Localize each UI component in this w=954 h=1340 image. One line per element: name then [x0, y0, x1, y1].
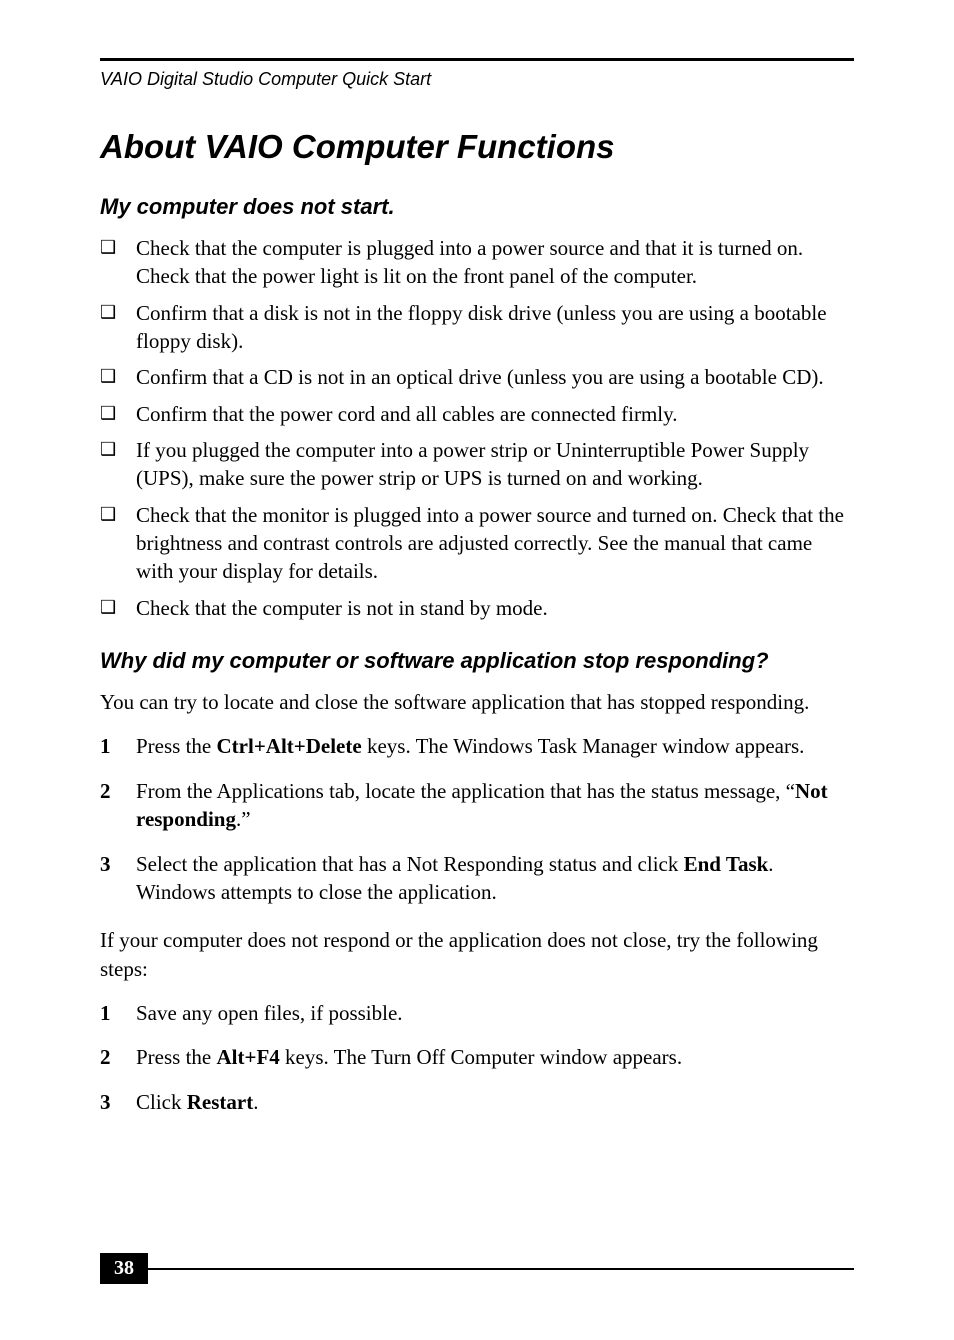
step-number: 2	[100, 1043, 136, 1071]
section2-bridge: If your computer does not respond or the…	[100, 926, 854, 983]
bullet-text: If you plugged the computer into a power…	[136, 436, 854, 493]
list-item: 3 Click Restart.	[100, 1088, 854, 1116]
bullet-icon: ❑	[100, 363, 136, 391]
step-number: 3	[100, 1088, 136, 1116]
bullet-icon: ❑	[100, 501, 136, 529]
bullet-text: Check that the computer is plugged into …	[136, 234, 854, 291]
footer-row: 38	[100, 1253, 854, 1284]
list-item: ❑ Check that the computer is not in stan…	[100, 594, 854, 622]
step-number: 2	[100, 777, 136, 805]
bullet-icon: ❑	[100, 400, 136, 428]
step-text: From the Applications tab, locate the ap…	[136, 777, 854, 834]
bullet-text: Confirm that a CD is not in an optical d…	[136, 363, 854, 391]
step-number: 1	[100, 999, 136, 1027]
bullet-icon: ❑	[100, 436, 136, 464]
step-text: Press the Alt+F4 keys. The Turn Off Comp…	[136, 1043, 854, 1071]
page-content: VAIO Digital Studio Computer Quick Start…	[0, 0, 954, 1116]
bullet-icon: ❑	[100, 234, 136, 262]
page-number: 38	[100, 1253, 148, 1284]
list-item: ❑ Check that the computer is plugged int…	[100, 234, 854, 291]
running-header: VAIO Digital Studio Computer Quick Start	[100, 69, 854, 90]
bullet-text: Check that the computer is not in stand …	[136, 594, 854, 622]
step-text: Select the application that has a Not Re…	[136, 850, 854, 907]
section1-bullet-list: ❑ Check that the computer is plugged int…	[100, 234, 854, 622]
page-title: About VAIO Computer Functions	[100, 128, 854, 166]
list-item: 2 Press the Alt+F4 keys. The Turn Off Co…	[100, 1043, 854, 1071]
footer-rule	[148, 1253, 854, 1284]
page-footer: 38	[100, 1253, 854, 1284]
list-item: 1 Press the Ctrl+Alt+Delete keys. The Wi…	[100, 732, 854, 760]
bullet-text: Confirm that a disk is not in the floppy…	[136, 299, 854, 356]
step-number: 3	[100, 850, 136, 878]
step-text: Save any open files, if possible.	[136, 999, 854, 1027]
list-item: 1 Save any open files, if possible.	[100, 999, 854, 1027]
list-item: 3 Select the application that has a Not …	[100, 850, 854, 907]
section1-heading: My computer does not start.	[100, 194, 854, 220]
list-item: ❑ If you plugged the computer into a pow…	[100, 436, 854, 493]
list-item: ❑ Confirm that the power cord and all ca…	[100, 400, 854, 428]
section2-steps-a: 1 Press the Ctrl+Alt+Delete keys. The Wi…	[100, 732, 854, 906]
section2-intro: You can try to locate and close the soft…	[100, 688, 854, 716]
section2-heading: Why did my computer or software applicat…	[100, 648, 854, 674]
bullet-icon: ❑	[100, 299, 136, 327]
bullet-icon: ❑	[100, 594, 136, 622]
list-item: ❑ Confirm that a CD is not in an optical…	[100, 363, 854, 391]
list-item: 2 From the Applications tab, locate the …	[100, 777, 854, 834]
step-number: 1	[100, 732, 136, 760]
step-text: Click Restart.	[136, 1088, 854, 1116]
bullet-text: Confirm that the power cord and all cabl…	[136, 400, 854, 428]
top-rule	[100, 58, 854, 61]
list-item: ❑ Confirm that a disk is not in the flop…	[100, 299, 854, 356]
section2-steps-b: 1 Save any open files, if possible. 2 Pr…	[100, 999, 854, 1116]
bullet-text: Check that the monitor is plugged into a…	[136, 501, 854, 586]
step-text: Press the Ctrl+Alt+Delete keys. The Wind…	[136, 732, 854, 760]
list-item: ❑ Check that the monitor is plugged into…	[100, 501, 854, 586]
